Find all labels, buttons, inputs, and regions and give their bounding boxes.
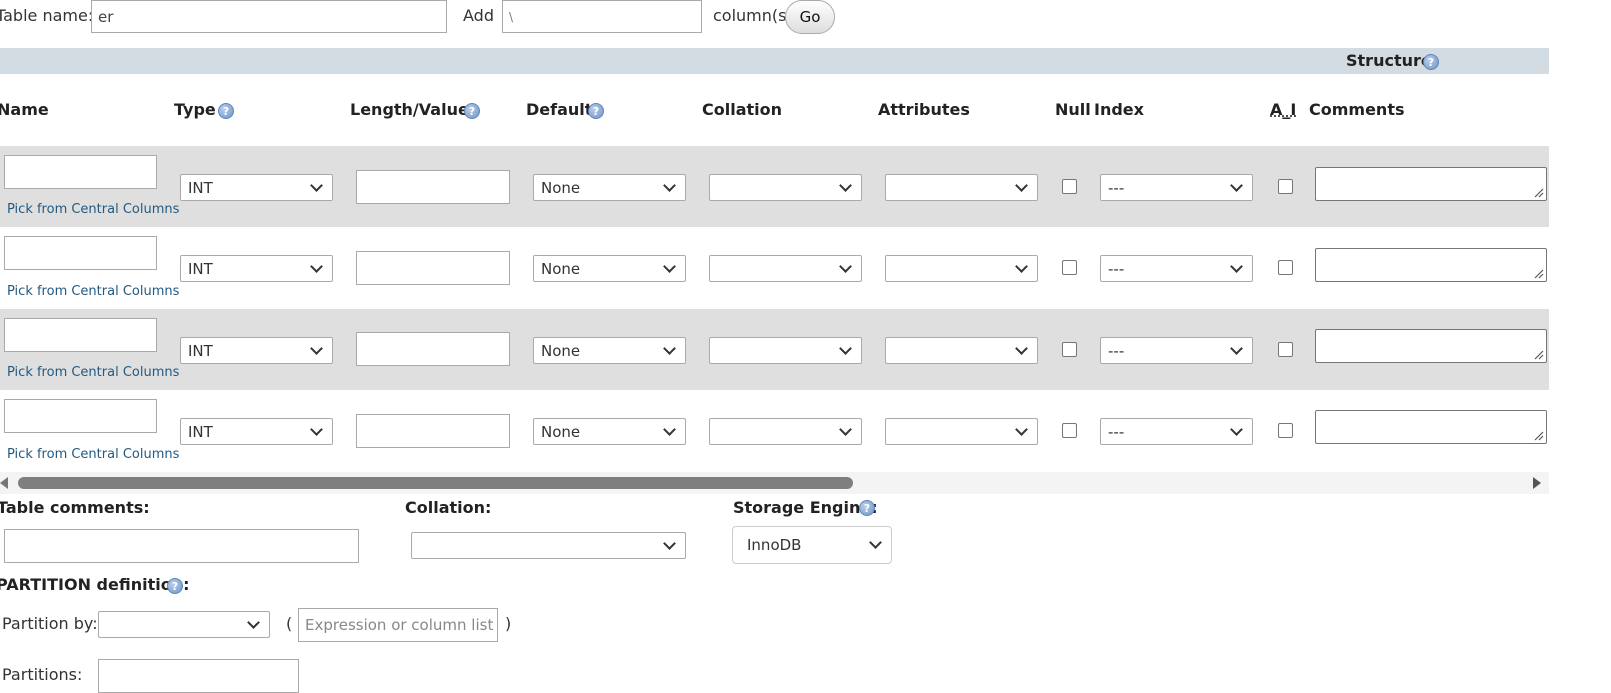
length-values-input[interactable]	[356, 414, 510, 448]
add-label: Add	[463, 6, 494, 25]
auto-increment-checkbox[interactable]	[1278, 260, 1293, 275]
collation-label: Collation:	[405, 498, 492, 517]
pick-central-columns-link[interactable]: Pick from Central Columns	[7, 202, 179, 217]
type-select[interactable]: INT	[180, 418, 333, 445]
storage-engine-help-icon[interactable]: ?	[859, 500, 875, 516]
columns-label: column(s)	[713, 6, 793, 25]
header-auto-increment: A_I	[1270, 100, 1297, 119]
type-select[interactable]: INT	[180, 255, 333, 282]
column-name-input[interactable]	[4, 399, 157, 433]
column-name-input[interactable]	[4, 155, 157, 189]
comments-textarea[interactable]	[1315, 167, 1547, 201]
pick-central-columns-link[interactable]: Pick from Central Columns	[7, 284, 179, 299]
length-values-input[interactable]	[356, 332, 510, 366]
partitions-label: Partitions:	[2, 665, 83, 684]
header-null: Null	[1055, 100, 1091, 119]
auto-increment-checkbox[interactable]	[1278, 342, 1293, 357]
table-name-label: Table name:	[0, 6, 94, 25]
collation-select[interactable]	[709, 174, 862, 201]
partition-expression-input[interactable]: Expression or column list	[298, 608, 498, 642]
default-select[interactable]: None	[533, 174, 686, 201]
resize-grip-icon[interactable]	[1534, 350, 1544, 360]
paren-open: (	[286, 614, 293, 633]
length-help-icon[interactable]: ?	[464, 103, 480, 119]
column-name-input[interactable]	[4, 236, 157, 270]
index-select[interactable]: ---	[1100, 337, 1253, 364]
scroll-left-arrow-icon[interactable]	[0, 477, 10, 489]
null-checkbox[interactable]	[1062, 423, 1077, 438]
index-select[interactable]: ---	[1100, 255, 1253, 282]
header-length-values: Length/Values	[350, 100, 479, 119]
length-values-input[interactable]	[356, 251, 510, 285]
table-collation-select[interactable]	[411, 532, 686, 559]
attributes-select[interactable]	[885, 255, 1038, 282]
index-select[interactable]: ---	[1100, 418, 1253, 445]
column-name-input[interactable]	[4, 318, 157, 352]
add-columns-input[interactable]: \	[502, 0, 702, 33]
structure-bar	[0, 48, 1549, 74]
paren-close: )	[505, 614, 512, 633]
auto-increment-checkbox[interactable]	[1278, 179, 1293, 194]
default-help-icon[interactable]: ?	[588, 103, 604, 119]
type-select[interactable]: INT	[180, 174, 333, 201]
structure-help-icon[interactable]: ?	[1423, 54, 1439, 70]
pick-central-columns-link[interactable]: Pick from Central Columns	[7, 365, 179, 380]
scroll-right-arrow-icon[interactable]	[1531, 477, 1541, 489]
comments-textarea[interactable]	[1315, 329, 1547, 363]
table-name-input[interactable]: er	[91, 0, 447, 33]
null-checkbox[interactable]	[1062, 260, 1077, 275]
partition-by-select[interactable]	[98, 611, 270, 638]
resize-grip-icon[interactable]	[1534, 188, 1544, 198]
auto-increment-checkbox[interactable]	[1278, 423, 1293, 438]
storage-engine-label: Storage Engine:	[733, 498, 878, 517]
resize-grip-icon[interactable]	[1534, 269, 1544, 279]
header-name: Name	[0, 100, 49, 119]
type-help-icon[interactable]: ?	[218, 103, 234, 119]
default-select[interactable]: None	[533, 255, 686, 282]
header-type: Type	[174, 100, 216, 119]
null-checkbox[interactable]	[1062, 342, 1077, 357]
attributes-select[interactable]	[885, 337, 1038, 364]
header-attributes: Attributes	[878, 100, 970, 119]
comments-textarea[interactable]	[1315, 410, 1547, 444]
storage-engine-select[interactable]: InnoDB	[732, 526, 892, 564]
header-index: Index	[1094, 100, 1144, 119]
header-collation: Collation	[702, 100, 783, 119]
partition-help-icon[interactable]: ?	[167, 578, 183, 594]
default-select[interactable]: None	[533, 337, 686, 364]
collation-select[interactable]	[709, 337, 862, 364]
pick-central-columns-link[interactable]: Pick from Central Columns	[7, 447, 179, 462]
resize-grip-icon[interactable]	[1534, 431, 1544, 441]
null-checkbox[interactable]	[1062, 179, 1077, 194]
go-button[interactable]: Go	[785, 0, 835, 34]
partition-definition-label: PARTITION definition:	[0, 575, 190, 594]
collation-select[interactable]	[709, 418, 862, 445]
comments-textarea[interactable]	[1315, 248, 1547, 282]
collation-select[interactable]	[709, 255, 862, 282]
type-select[interactable]: INT	[180, 337, 333, 364]
table-comments-label: Table comments:	[0, 498, 150, 517]
scrollbar-thumb[interactable]	[18, 477, 853, 489]
attributes-select[interactable]	[885, 174, 1038, 201]
header-default: Default	[526, 100, 593, 119]
attributes-select[interactable]	[885, 418, 1038, 445]
header-comments: Comments	[1309, 100, 1405, 119]
partition-by-label: Partition by:	[2, 614, 98, 633]
partitions-input[interactable]	[98, 659, 299, 693]
structure-title: Structure	[1346, 51, 1432, 70]
default-select[interactable]: None	[533, 418, 686, 445]
table-comments-input[interactable]	[4, 529, 359, 563]
index-select[interactable]: ---	[1100, 174, 1253, 201]
length-values-input[interactable]	[356, 170, 510, 204]
